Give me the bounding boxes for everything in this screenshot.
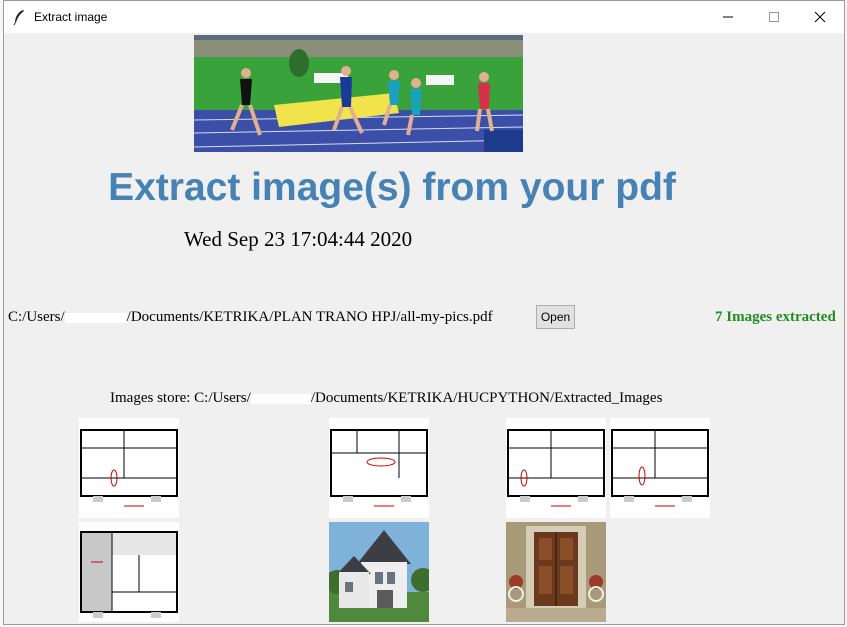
extraction-status: 7 Images extracted [715,309,836,325]
maximize-icon [769,12,779,22]
extracted-image-thumbnail[interactable] [506,418,606,518]
images-store-path: Images store: C:/Users/ /Documents/KETRIK… [110,390,662,407]
maximize-button[interactable] [751,1,797,33]
extracted-image-thumbnail[interactable] [79,522,179,622]
window-title: Extract image [34,10,108,24]
extracted-image-thumbnail[interactable] [506,522,606,622]
extracted-image-thumbnail[interactable] [329,418,429,518]
current-datetime: Wed Sep 23 17:04:44 2020 [184,227,413,251]
redacted-username [250,393,311,404]
extracted-image-thumbnail[interactable] [329,522,429,622]
close-icon [814,11,826,23]
store-path-prefix: Images store: C:/Users/ [110,390,251,406]
app-window: Extract image Extract image(s) from your… [3,0,845,625]
feather-icon [13,10,24,25]
title-bar[interactable]: Extract image [4,1,844,33]
extracted-image-thumbnail[interactable] [79,418,179,518]
file-path-prefix: C:/Users/ [8,309,65,325]
minimize-icon [723,16,733,18]
store-path-suffix: /Documents/KETRIKA/HUCPYTHON/Extracted_I… [310,390,663,406]
minimize-button[interactable] [705,1,751,33]
open-file-button[interactable]: Open [536,305,575,329]
header-banner-image [194,35,523,152]
file-path-suffix: /Documents/KETRIKA/PLAN TRANO HPJ/all-my… [126,309,493,325]
close-button[interactable] [797,1,843,33]
selected-file-path: C:/Users/ /Documents/KETRIKA/PLAN TRANO H… [8,309,493,326]
extracted-image-thumbnail[interactable] [610,418,710,518]
page-headline: Extract image(s) from your pdf [108,166,676,209]
redacted-username [64,312,127,323]
